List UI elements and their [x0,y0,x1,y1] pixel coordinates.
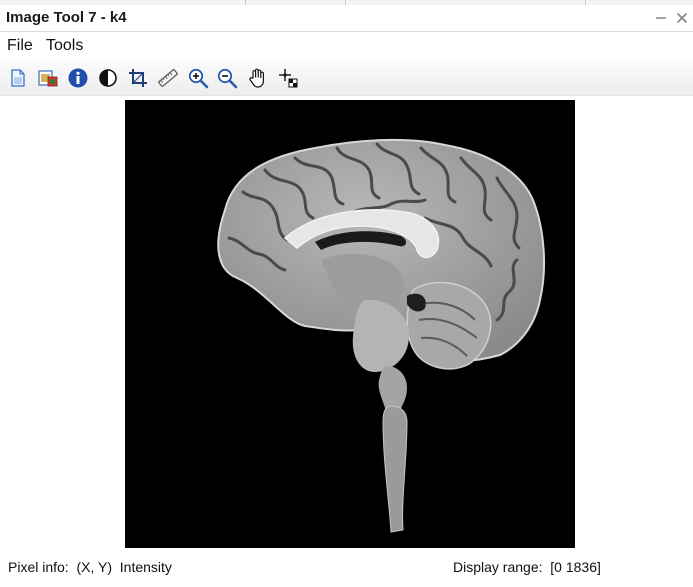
zoom-in-button[interactable] [186,66,210,90]
ruler-icon [158,69,178,87]
info-icon [68,68,88,88]
status-bar: Pixel info: (X, Y) Intensity Display ran… [0,555,693,581]
title-bar: Image Tool 7 - k4 [0,5,693,32]
distance-tool-button[interactable] [156,66,180,90]
zoom-out-button[interactable] [215,66,239,90]
window-title: Image Tool 7 - k4 [6,9,127,26]
pixel-info-label: Pixel info: [8,559,69,575]
brain-mri-image [217,138,546,533]
display-range-value: [0 1836] [550,559,601,575]
image-viewer[interactable] [125,100,575,548]
export-button[interactable] [36,66,60,90]
close-button[interactable] [671,7,693,29]
menu-bar: File Tools [0,32,693,60]
new-figure-button[interactable] [6,66,30,90]
pixel-info-value: (X, Y) Intensity [76,559,172,575]
toolbar [0,61,693,96]
adjust-contrast-button[interactable] [96,66,120,90]
export-icon [38,70,58,87]
menu-file[interactable]: File [7,37,33,55]
pixel-region-button[interactable] [276,66,300,90]
close-icon [676,12,688,24]
minimize-icon [656,17,666,19]
contrast-icon [99,69,117,87]
crop-button[interactable] [126,66,150,90]
pan-hand-icon [249,68,264,88]
crop-icon [129,69,147,87]
zoom-in-icon [188,68,209,89]
pixel-region-icon [279,69,298,88]
zoom-out-icon [217,68,238,89]
image-info-button[interactable] [66,66,90,90]
display-range: Display range: [0 1836] [453,559,601,575]
new-figure-icon [11,69,25,87]
minimize-button[interactable] [650,7,672,29]
display-range-label: Display range: [453,559,543,575]
pixel-info: Pixel info: (X, Y) Intensity [8,559,172,575]
menu-tools[interactable]: Tools [46,37,83,55]
pan-button[interactable] [246,66,270,90]
